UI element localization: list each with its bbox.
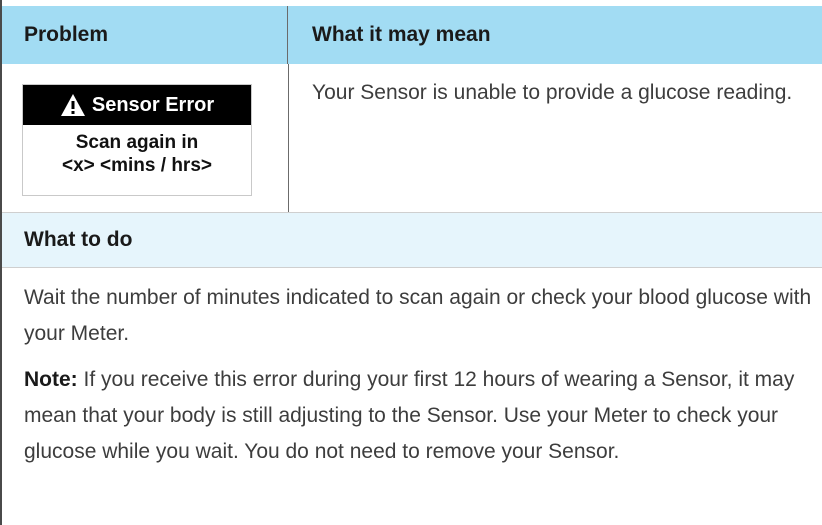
screen-message-line2: <x> <mins / hrs> [62, 155, 212, 176]
note-paragraph: Note: If you receive this error during y… [24, 362, 814, 470]
note-label: Note: [24, 368, 78, 391]
warning-triangle-icon [60, 94, 85, 116]
table-header-row: Problem What it may mean [2, 6, 822, 64]
meaning-column-header: What it may mean [312, 23, 491, 46]
meaning-description: Your Sensor is unable to provide a gluco… [312, 81, 793, 104]
column-divider [288, 64, 289, 212]
troubleshooting-table: Problem What it may mean Sensor Error Sc… [0, 0, 822, 525]
screen-title-text: Sensor Error [91, 93, 215, 116]
table-row: Sensor Error Scan again in <x> <mins / h… [2, 64, 822, 212]
screen-message-line1: Scan again in [75, 132, 199, 153]
screen-message: Scan again in <x> <mins / hrs> [23, 125, 251, 177]
problem-column-header: Problem [2, 6, 288, 64]
reader-screen-illustration: Sensor Error Scan again in <x> <mins / h… [22, 84, 252, 196]
instruction-paragraph: Wait the number of minutes indicated to … [24, 286, 812, 345]
what-to-do-header: What to do [2, 212, 822, 268]
screen-title-bar: Sensor Error [23, 85, 251, 125]
what-to-do-body: Wait the number of minutes indicated to … [24, 280, 814, 480]
note-text: If you receive this error during your fi… [24, 368, 795, 463]
